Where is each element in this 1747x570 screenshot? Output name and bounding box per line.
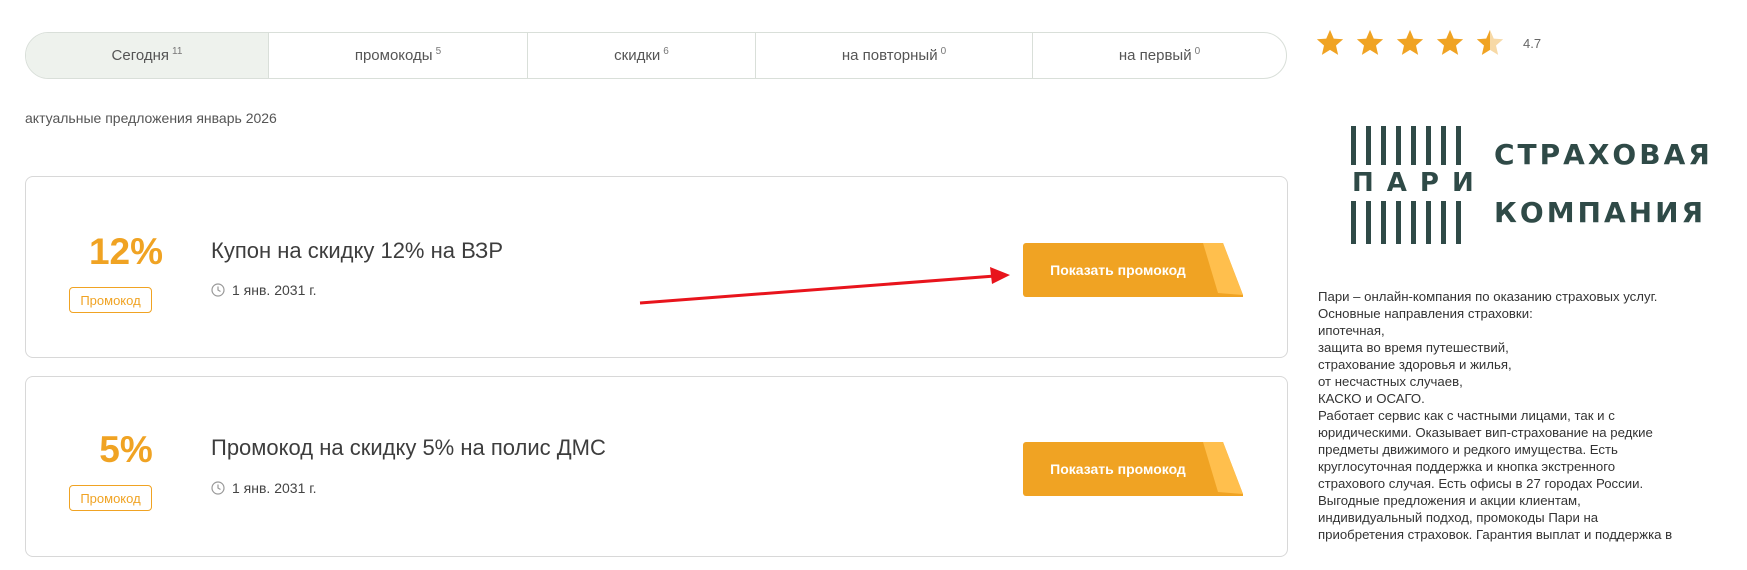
description-line: индивидуальный подход, промокоды Пари на <box>1318 510 1599 525</box>
star-icon <box>1436 29 1464 55</box>
category-tabs: Сегодня 11 промокоды 5 скидки 6 на повторны… <box>25 32 1287 79</box>
tab-count: 11 <box>172 46 183 57</box>
star-icon <box>1316 29 1344 55</box>
discount-percent: 5% <box>99 429 153 470</box>
promo-badge: Промокод <box>69 485 152 511</box>
tab-repeat[interactable]: на повторный 0 <box>756 33 1033 78</box>
description-line: КАСКО и ОСАГО. <box>1318 391 1425 406</box>
button-label: Показать промокод <box>1050 461 1186 477</box>
button-label: Показать промокод <box>1050 262 1186 278</box>
description-line: круглосуточная поддержка и кнопка экстре… <box>1318 459 1616 474</box>
offer-title: Купон на скидку 12% на ВЗР <box>211 238 504 263</box>
tab-discounts[interactable]: скидки 6 <box>528 33 756 78</box>
tab-label: промокоды <box>354 47 433 64</box>
star-icon <box>1396 29 1424 55</box>
description-line: приобретения страховок. Гарантия выплат … <box>1318 527 1673 542</box>
description-line: Пари – онлайн-компания по оказанию страх… <box>1318 289 1658 304</box>
offers-subtitle: актуальные предложения январь 2026 <box>25 110 277 126</box>
offer-date-text: 1 янв. 2031 г. <box>232 480 317 496</box>
star-icon <box>1356 29 1384 55</box>
rating: 4.7 <box>1315 28 1541 58</box>
tab-count: 6 <box>663 46 669 57</box>
tab-count: 0 <box>1194 46 1201 57</box>
tab-label: на первый <box>1118 47 1192 64</box>
clock-icon <box>211 283 225 297</box>
rating-value: 4.7 <box>1523 35 1542 51</box>
show-promocode-button[interactable]: Показать промокод <box>1023 442 1243 496</box>
tab-label: Сегодня <box>111 47 170 64</box>
logo-word: ПАРИ <box>1350 165 1474 201</box>
tab-count: 0 <box>940 46 947 57</box>
tab-label: на повторный <box>841 47 938 64</box>
description-line: от несчастных случаев, <box>1318 374 1463 389</box>
description-line: Работает сервис как с частными лицами, т… <box>1318 408 1615 423</box>
description-line: Основные направления страховки: <box>1318 306 1533 321</box>
offer-date: 1 янв. 2031 г. <box>211 282 317 298</box>
logo-line: КОМПАНИЯ <box>1494 196 1707 229</box>
tab-label: скидки <box>614 47 661 64</box>
discount-percent: 12% <box>88 231 164 272</box>
offer-date-text: 1 янв. 2031 г. <box>232 282 317 298</box>
clock-icon <box>211 481 225 495</box>
logo-line: СТРАХОВАЯ <box>1494 138 1713 171</box>
tab-count: 5 <box>435 46 442 57</box>
description-line: Выгодные предложения и акции клиентам, <box>1318 493 1581 508</box>
description-line: юридическими. Оказывает вип-страхование … <box>1318 425 1653 440</box>
description-line: защита во время путешествий, <box>1318 340 1509 355</box>
offer-title: Промокод на скидку 5% на полис ДМС <box>211 435 606 460</box>
promo-badge: Промокод <box>69 287 152 313</box>
show-promocode-button[interactable]: Показать промокод <box>1023 243 1243 297</box>
description-line: предметы движимого и редкого имущества. … <box>1318 442 1618 457</box>
tab-first[interactable]: на первый 0 <box>1033 33 1286 78</box>
tab-today[interactable]: Сегодня 11 <box>26 33 269 78</box>
description-line: страхового случая. Есть офисы в 27 город… <box>1318 476 1644 491</box>
company-logo: ПАРИ СТРАХОВАЯ КОМПАНИЯ <box>1350 122 1710 247</box>
company-description: Пари – онлайн-компания по оказанию страх… <box>1318 288 1743 543</box>
half-star-icon <box>1476 29 1504 55</box>
offer-card: 12% Промокод Купон на скидку 12% на ВЗР … <box>25 176 1288 358</box>
tab-promocodes[interactable]: промокоды 5 <box>269 33 528 78</box>
offer-card: 5% Промокод Промокод на скидку 5% на пол… <box>25 376 1288 557</box>
offer-date: 1 янв. 2031 г. <box>211 480 317 496</box>
description-line: страхование здоровья и жилья, <box>1318 357 1512 372</box>
description-line: ипотечная, <box>1318 323 1385 338</box>
